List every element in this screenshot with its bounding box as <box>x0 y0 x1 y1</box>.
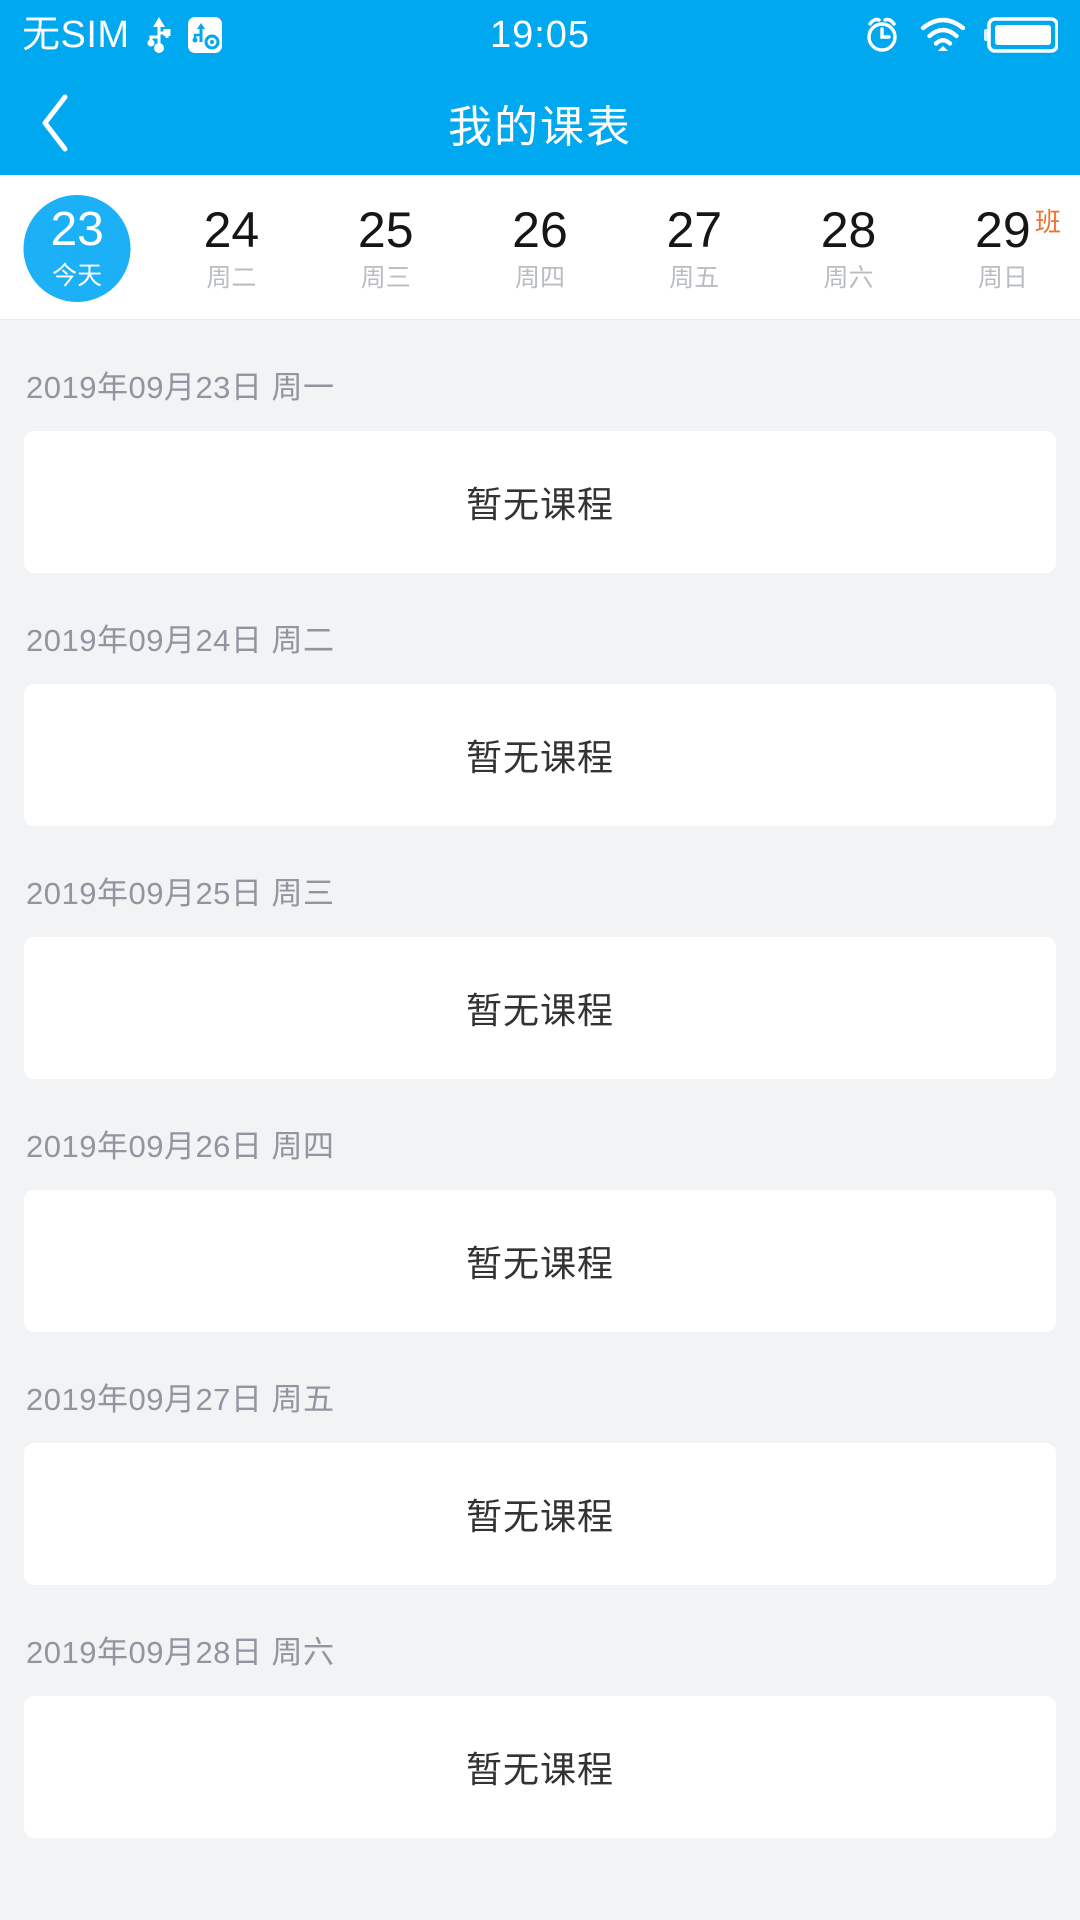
schedule-card[interactable]: 暂无课程 <box>24 1443 1056 1585</box>
schedule-card[interactable]: 暂无课程 <box>24 431 1056 573</box>
week-day-label: 周日 <box>977 263 1028 292</box>
status-bar: 无SIM 19:05 <box>0 0 1080 70</box>
schedule-group: 2019年09月24日 周二 暂无课程 <box>0 573 1080 826</box>
group-date-label: 2019年09月27日 周五 <box>26 1382 335 1417</box>
week-day-item-29[interactable]: 29 班 周日 <box>926 175 1080 320</box>
schedule-group: 2019年09月27日 周五 暂无课程 <box>0 1332 1080 1585</box>
week-day-selector[interactable]: 23 今天 24 周二 25 周三 26 周四 27 周五 28 周六 29 班… <box>0 175 1080 320</box>
nav-bar: 我的课表 <box>0 70 1080 175</box>
week-day-number: 26 <box>512 201 568 258</box>
usb-debug-icon <box>187 15 222 55</box>
schedule-card[interactable]: 暂无课程 <box>24 1190 1056 1332</box>
week-day-item-25[interactable]: 25 周三 <box>309 175 463 320</box>
week-day-item-27[interactable]: 27 周五 <box>617 175 771 320</box>
week-day-number: 23 <box>50 202 104 256</box>
week-day-item-24[interactable]: 24 周二 <box>154 175 308 320</box>
schedule-group: 2019年09月26日 周四 暂无课程 <box>0 1079 1080 1332</box>
empty-course-label: 暂无课程 <box>465 484 614 525</box>
chevron-left-icon <box>38 93 72 153</box>
week-day-label: 今天 <box>52 262 103 291</box>
week-day-number: 25 <box>357 201 414 258</box>
week-day-label: 周五 <box>669 263 720 292</box>
page-title: 我的课表 <box>448 102 632 152</box>
week-day-item-28[interactable]: 28 周六 <box>771 175 925 320</box>
week-day-label: 周四 <box>514 263 565 292</box>
carrier-label: 无SIM <box>22 14 130 56</box>
usb-icon <box>146 15 172 55</box>
status-bar-right <box>862 15 1058 55</box>
class-day-badge: 班 <box>1034 206 1061 237</box>
week-day-number: 29 <box>975 201 1031 258</box>
empty-course-label: 暂无课程 <box>465 1496 614 1537</box>
group-date-label: 2019年09月26日 周四 <box>26 1129 335 1164</box>
group-date-label: 2019年09月23日 周一 <box>26 370 335 405</box>
alarm-icon <box>862 15 902 55</box>
schedule-group: 2019年09月28日 周六 暂无课程 <box>0 1585 1080 1838</box>
schedule-list[interactable]: 2019年09月23日 周一 暂无课程 2019年09月24日 周二 暂无课程 … <box>0 320 1080 1919</box>
week-day-item-23[interactable]: 23 今天 <box>0 175 154 320</box>
schedule-card[interactable]: 暂无课程 <box>24 937 1056 1079</box>
empty-course-label: 暂无课程 <box>465 1243 614 1284</box>
week-day-number: 27 <box>666 201 723 258</box>
week-day-label: 周三 <box>360 263 411 292</box>
week-day-label: 周二 <box>206 263 257 292</box>
status-bar-left: 无SIM <box>22 15 222 55</box>
schedule-group: 2019年09月25日 周三 暂无课程 <box>0 826 1080 1079</box>
empty-course-label: 暂无课程 <box>465 737 614 778</box>
battery-icon <box>984 16 1058 54</box>
week-day-item-26[interactable]: 26 周四 <box>463 175 617 320</box>
week-day-number: 24 <box>203 201 260 258</box>
empty-course-label: 暂无课程 <box>465 990 614 1031</box>
week-day-label: 周六 <box>823 263 874 292</box>
group-date-label: 2019年09月24日 周二 <box>26 623 335 658</box>
schedule-card[interactable]: 暂无课程 <box>24 684 1056 826</box>
empty-course-label: 暂无课程 <box>465 1749 614 1790</box>
schedule-group: 2019年09月23日 周一 暂无课程 <box>0 320 1080 573</box>
group-date-label: 2019年09月28日 周六 <box>26 1635 335 1670</box>
wifi-icon <box>920 17 966 53</box>
week-day-number: 28 <box>820 201 877 258</box>
back-button[interactable] <box>0 70 110 175</box>
group-date-label: 2019年09月25日 周三 <box>26 876 335 911</box>
schedule-card[interactable]: 暂无课程 <box>24 1696 1056 1838</box>
